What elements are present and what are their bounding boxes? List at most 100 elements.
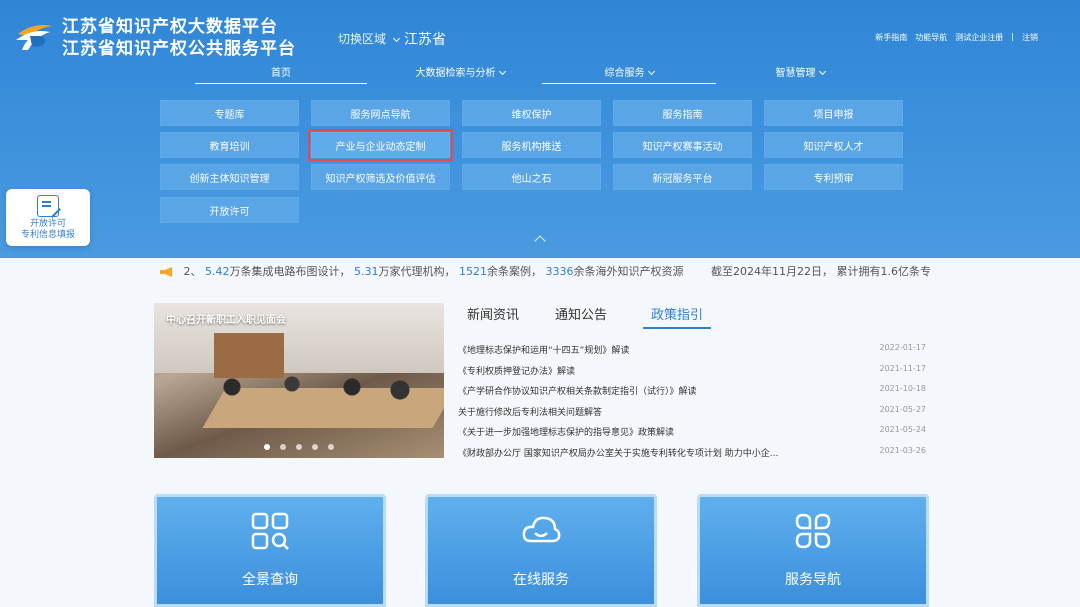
megaphone-icon xyxy=(160,267,172,277)
list-item[interactable]: 《地理标志保护和运用“十四五”规划》解读 2022-01-17 xyxy=(458,343,926,364)
service-label: 在线服务 xyxy=(513,572,569,588)
ticker-num-3: 1521 xyxy=(459,265,487,278)
chevron-down-icon xyxy=(392,34,400,43)
nav-integrated-services[interactable]: 综合服务 xyxy=(542,67,716,84)
cloud-icon xyxy=(522,516,561,543)
menu-service-point-nav[interactable]: 服务网点导航 xyxy=(311,100,450,126)
float-card-line-2: 专利信息填报 xyxy=(20,230,75,240)
chevron-down-icon xyxy=(498,67,506,76)
carousel-dot[interactable] xyxy=(280,444,286,450)
stats-ticker: 2、 5.42万条集成电路布图设计， 5.31万家代理机构， 1521余条案例，… xyxy=(160,263,930,281)
news-banner-carousel[interactable]: 中心召开新职工入职见面会 xyxy=(154,303,444,458)
ticker-num-2: 5.31 xyxy=(354,265,379,278)
service-card-online[interactable]: 在线服务 xyxy=(425,494,657,607)
service-card-navigation[interactable]: 服务导航 xyxy=(697,494,929,607)
nav-home-label: 首页 xyxy=(271,68,291,79)
nav-smart-label: 智慧管理 xyxy=(775,68,816,79)
menu-other-stones[interactable]: 他山之石 xyxy=(462,164,601,190)
current-region: 江苏省 xyxy=(404,32,446,48)
main-nav: 首页 大数据检索与分析 综合服务 智慧管理 xyxy=(190,67,890,86)
menu-patent-prereview[interactable]: 专利预审 xyxy=(764,164,903,190)
news-title: 《专利权质押登记办法》解读 xyxy=(458,366,576,377)
service-label: 全景查询 xyxy=(242,572,298,588)
ticker-text-2: 万家代理机构， xyxy=(378,265,456,278)
menu-rights-protection[interactable]: 维权保护 xyxy=(462,100,601,126)
chevron-down-icon xyxy=(647,67,655,76)
service-card-panorama-search[interactable]: 全景查询 xyxy=(154,494,386,607)
news-title: 《产学研合作协议知识产权相关条款制定指引（试行）》解读 xyxy=(458,387,697,397)
platform-logo-icon xyxy=(16,25,52,50)
ticker-prefix: 2、 xyxy=(183,265,202,278)
carousel-dot[interactable] xyxy=(312,444,318,450)
ticker-text-3: 余条案例， xyxy=(487,265,542,278)
news-title: 关于施行修改后专利法相关问题解答 xyxy=(458,407,603,418)
region-switch-button[interactable]: 切换区域 xyxy=(338,30,400,47)
float-card-line-1: 开放许可 xyxy=(29,219,66,229)
news-date: 2021-05-27 xyxy=(879,404,927,414)
link-separator: | xyxy=(1011,32,1014,41)
brand-line-1: 江苏省知识产权大数据平台 xyxy=(62,17,278,37)
news-title: 《财政部办公厅 国家知识产权局办公室关于实施专利转化专项计划 助力中小企... xyxy=(458,448,779,459)
list-item[interactable]: 关于施行修改后专利法相关问题解答 2021-05-27 xyxy=(458,405,926,426)
menu-open-license[interactable]: 开放许可 xyxy=(160,197,299,223)
ticker-text-4: 余条海外知识产权资源 xyxy=(573,265,684,278)
news-date: 2022-01-17 xyxy=(879,343,927,352)
open-license-float-card[interactable]: 开放许可 专利信息填报 xyxy=(6,189,90,246)
menu-industry-custom[interactable]: 产业与企业动态定制 xyxy=(308,129,453,161)
chevron-up-icon[interactable] xyxy=(534,235,546,247)
ticker-text-1: 万条集成电路布图设计， xyxy=(229,265,351,278)
menu-topic-db[interactable]: 专题库 xyxy=(160,100,299,126)
link-feature-nav[interactable]: 功能导航 xyxy=(915,32,947,43)
list-item[interactable]: 《财政部办公厅 国家知识产权局办公室关于实施专利转化专项计划 助力中小企... 2… xyxy=(458,446,926,467)
menu-ip-events[interactable]: 知识产权赛事活动 xyxy=(613,132,752,158)
brand-title[interactable]: 江苏省知识产权大数据平台 江苏省知识产权公共服务平台 xyxy=(62,16,296,60)
ticker-num-1: 5.42 xyxy=(205,265,230,278)
menu-innovation-mgmt[interactable]: 创新主体知识管理 xyxy=(160,164,299,190)
nav-bigdata-label: 大数据检索与分析 xyxy=(415,68,496,79)
tab-news[interactable]: 新闻资讯 xyxy=(467,304,519,329)
region-switch-label: 切换区域 xyxy=(338,32,387,46)
tab-notices[interactable]: 通知公告 xyxy=(555,304,607,329)
tab-policy[interactable]: 政策指引 xyxy=(643,304,712,329)
news-date: 2021-05-24 xyxy=(879,425,927,434)
nav-integrated-label: 综合服务 xyxy=(604,68,645,79)
nav-home[interactable]: 首页 xyxy=(195,68,367,84)
carousel-dot[interactable] xyxy=(328,444,334,450)
menu-covid-platform[interactable]: 新冠服务平台 xyxy=(613,164,752,190)
nav-smart-management[interactable]: 智慧管理 xyxy=(750,67,850,84)
link-test-register[interactable]: 测试企业注册 xyxy=(955,32,1003,43)
banner-photo-people xyxy=(184,363,424,423)
nav-bigdata-search[interactable]: 大数据检索与分析 xyxy=(390,67,530,84)
news-date: 2021-11-17 xyxy=(879,363,927,373)
menu-project-application[interactable]: 项目申报 xyxy=(764,100,903,126)
menu-ip-evaluation[interactable]: 知识产权筛选及价值评估 xyxy=(311,164,450,190)
news-title: 《地理标志保护和运用“十四五”规划》解读 xyxy=(458,346,630,356)
service-label: 服务导航 xyxy=(785,572,841,588)
brand-line-2: 江苏省知识产权公共服务平台 xyxy=(62,39,296,59)
ticker-text-5: 截至2024年11月22日， 累计拥有1.6亿条专利 xyxy=(711,265,930,278)
news-list: 《地理标志保护和运用“十四五”规划》解读 2022-01-17 《专利权质押登记办… xyxy=(458,343,926,466)
grid-search-icon xyxy=(251,512,289,550)
menu-agency-push[interactable]: 服务机构推送 xyxy=(462,132,601,158)
clover-grid-icon xyxy=(795,513,831,549)
news-date: 2021-03-26 xyxy=(879,445,927,455)
chevron-down-icon xyxy=(818,67,826,76)
menu-education-training[interactable]: 教育培训 xyxy=(160,132,299,158)
carousel-dot[interactable] xyxy=(264,444,270,450)
carousel-dot[interactable] xyxy=(296,444,302,450)
carousel-dots xyxy=(154,444,444,450)
edit-document-icon xyxy=(37,195,59,217)
news-date: 2021-10-18 xyxy=(879,384,927,393)
news-title: 《关于进一步加强地理标志保护的指导意见》政策解读 xyxy=(458,428,675,438)
menu-service-guide[interactable]: 服务指南 xyxy=(613,100,752,126)
banner-title: 中心召开新职工入职见面会 xyxy=(166,315,286,326)
link-guide[interactable]: 新手指南 xyxy=(875,32,907,43)
list-item[interactable]: 《专利权质押登记办法》解读 2021-11-17 xyxy=(458,364,926,385)
list-item[interactable]: 《产学研合作协议知识产权相关条款制定指引（试行）》解读 2021-10-18 xyxy=(458,384,926,405)
menu-ip-talent[interactable]: 知识产权人才 xyxy=(764,132,903,158)
header: 江苏省知识产权大数据平台 江苏省知识产权公共服务平台 切换区域 江苏省 新手指南… xyxy=(0,0,1080,258)
ticker-num-4: 3336 xyxy=(545,265,574,278)
top-links: 新手指南 功能导航 测试企业注册 | 注销 xyxy=(875,32,1038,43)
link-logout[interactable]: 注销 xyxy=(1022,32,1038,43)
list-item[interactable]: 《关于进一步加强地理标志保护的指导意见》政策解读 2021-05-24 xyxy=(458,425,926,446)
